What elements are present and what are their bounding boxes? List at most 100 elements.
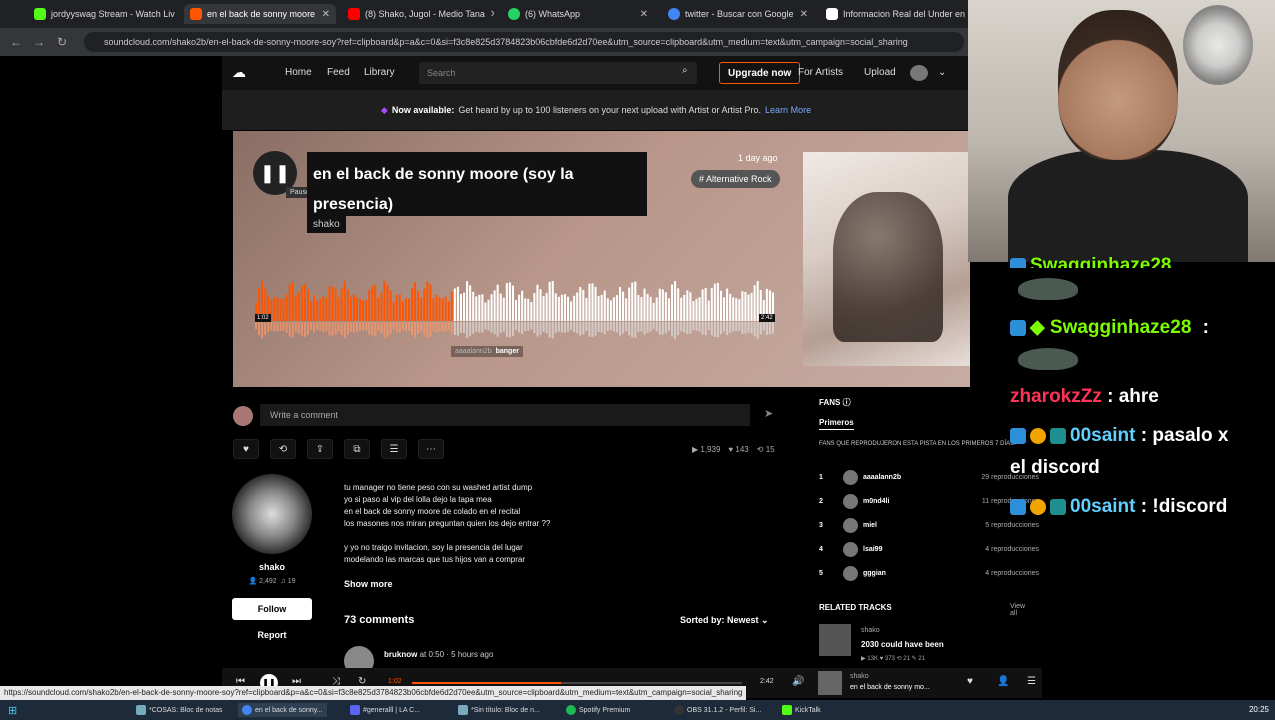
send-icon[interactable]: ➤ bbox=[764, 407, 773, 420]
waveform-reflection bbox=[710, 322, 713, 336]
list-item[interactable]: 5 gggian 4 reproducciones bbox=[819, 565, 1039, 581]
waveform-bar bbox=[723, 297, 726, 321]
soundcloud-logo-icon[interactable]: ☁ bbox=[232, 64, 246, 81]
waveform-bar bbox=[401, 301, 404, 321]
player-title[interactable]: en el back de sonny mo... bbox=[850, 684, 930, 691]
add-to-playlist-button[interactable]: ☰ bbox=[381, 439, 407, 459]
taskbar-item[interactable]: Spotify Premium bbox=[562, 703, 634, 717]
back-icon[interactable]: ← bbox=[10, 35, 22, 49]
waveform-reflection bbox=[533, 322, 536, 334]
related-track-title[interactable]: 2030 could have been bbox=[861, 640, 944, 649]
waveform-bar bbox=[371, 286, 374, 321]
waveform-reflection bbox=[285, 322, 288, 333]
nav-library[interactable]: Library bbox=[364, 67, 395, 78]
tab-google[interactable]: twitter - Buscar con Google ✕ bbox=[662, 4, 814, 24]
waveform-bar bbox=[637, 295, 640, 321]
waveform-bar bbox=[291, 282, 294, 321]
waveform-reflection bbox=[622, 322, 625, 334]
tab-whatsapp[interactable]: (6) WhatsApp ✕ bbox=[502, 4, 654, 24]
tab-primeros[interactable]: Primeros bbox=[819, 418, 854, 430]
waveform-reflection bbox=[429, 322, 432, 337]
related-track-artwork[interactable] bbox=[819, 624, 851, 656]
related-track-artist[interactable]: shako bbox=[861, 627, 880, 634]
heart-icon[interactable]: ♥ bbox=[967, 676, 973, 687]
waveform-bar bbox=[698, 297, 701, 321]
chevron-down-icon[interactable]: ⌄ bbox=[938, 67, 946, 78]
kick-icon bbox=[782, 705, 792, 715]
volume-icon[interactable]: 🔊 bbox=[792, 676, 804, 687]
nav-feed[interactable]: Feed bbox=[327, 67, 350, 78]
upgrade-button[interactable]: Upgrade now bbox=[719, 62, 801, 84]
taskbar-item[interactable]: OBS 31.1.2 - Perfil: Si... bbox=[670, 703, 765, 717]
waveform-reflection bbox=[524, 322, 527, 332]
taskbar-item[interactable]: KickTalk bbox=[778, 703, 825, 717]
share-button[interactable]: ⇪ bbox=[307, 439, 333, 459]
waveform-reflection bbox=[297, 322, 300, 334]
taskbar-item[interactable]: *COSAS: Bloc de notas bbox=[132, 703, 227, 717]
taskbar-item[interactable]: #generalll | LA C... bbox=[346, 703, 424, 717]
track-artist[interactable]: shako bbox=[307, 216, 346, 233]
avatar[interactable] bbox=[910, 65, 928, 81]
waveform-reflection bbox=[762, 322, 765, 331]
waveform-bar bbox=[328, 286, 331, 321]
comment-input[interactable]: Write a comment bbox=[260, 404, 750, 426]
tab-youtube[interactable]: (8) Shako, Jugol - Medio Tana ✕ bbox=[342, 4, 494, 24]
sort-dropdown[interactable]: Sorted by: Newest ⌄ bbox=[680, 615, 769, 626]
waveform-reflection bbox=[368, 322, 371, 335]
upload-link[interactable]: Upload bbox=[864, 67, 896, 78]
close-icon[interactable]: ✕ bbox=[490, 9, 494, 20]
waveform-bar bbox=[343, 281, 346, 321]
comment-count: 73 comments bbox=[344, 614, 415, 626]
tab-soundcloud[interactable]: en el back de sonny moore ✕ bbox=[184, 4, 336, 24]
for-artists-link[interactable]: For Artists bbox=[798, 67, 843, 78]
report-button[interactable]: Report bbox=[232, 630, 312, 640]
copy-link-button[interactable]: ⧉ bbox=[344, 439, 370, 459]
waveform-bar bbox=[478, 294, 481, 321]
close-icon[interactable]: ✕ bbox=[800, 9, 808, 20]
waveform[interactable] bbox=[255, 281, 775, 346]
learn-more-link[interactable]: Learn More bbox=[765, 105, 811, 115]
more-button[interactable]: ⋯ bbox=[418, 439, 444, 459]
waveform-reflection bbox=[334, 322, 337, 335]
url-field[interactable]: soundcloud.com/shako2b/en-el-back-de-son… bbox=[84, 32, 964, 52]
list-item[interactable]: 4 lsai99 4 reproducciones bbox=[819, 541, 1039, 557]
progress-bar[interactable] bbox=[412, 682, 742, 684]
waveform-bar bbox=[294, 295, 297, 321]
copy-icon: ⧉ bbox=[353, 443, 361, 455]
waveform-bar bbox=[438, 296, 441, 321]
start-icon[interactable]: ⊞ bbox=[4, 703, 21, 717]
player-artwork[interactable] bbox=[818, 671, 842, 695]
waveform-reflection bbox=[456, 322, 459, 336]
badge-icon bbox=[1050, 498, 1066, 515]
nav-home[interactable]: Home bbox=[285, 67, 312, 78]
list-item[interactable]: 1 aaaalann2b 29 reproducciones bbox=[819, 469, 1039, 485]
forward-icon[interactable]: → bbox=[33, 35, 45, 49]
uploader-name[interactable]: shako bbox=[232, 562, 312, 572]
taskbar-item[interactable]: *Sin título: Bloc de n... bbox=[454, 703, 544, 717]
close-icon[interactable]: ✕ bbox=[322, 9, 330, 20]
search-icon[interactable]: ⌕ bbox=[682, 65, 688, 76]
waveform-reflection bbox=[680, 322, 683, 332]
show-more-button[interactable]: Show more bbox=[344, 579, 393, 589]
list-item[interactable]: 3 miel 5 reproducciones bbox=[819, 517, 1039, 533]
waveform-reflection bbox=[267, 322, 270, 333]
reload-icon[interactable]: ↻ bbox=[57, 35, 67, 49]
tab-x[interactable]: Informacion Real del Under en bbox=[820, 4, 970, 24]
taskbar-item[interactable]: en el back de sonny... bbox=[238, 703, 327, 717]
follow-user-icon[interactable]: 👤 bbox=[997, 676, 1009, 687]
uploader-avatar[interactable] bbox=[232, 474, 312, 554]
tab-kick-stream[interactable]: jordyyswag Stream - Watch Liv ✕ bbox=[28, 4, 180, 24]
avatar bbox=[843, 517, 858, 533]
follow-button[interactable]: Follow bbox=[232, 598, 312, 620]
like-button[interactable]: ♥ bbox=[233, 439, 259, 459]
close-icon[interactable]: ✕ bbox=[640, 9, 648, 20]
waveform-bar bbox=[463, 292, 466, 321]
player-artist[interactable]: shako bbox=[850, 673, 869, 680]
search-input[interactable]: Search bbox=[419, 62, 697, 84]
repost-button[interactable]: ⟲ bbox=[270, 439, 296, 459]
info-icon[interactable]: ⓘ bbox=[843, 398, 851, 407]
genre-tag[interactable]: # Alternative Rock bbox=[691, 170, 780, 188]
list-item[interactable]: 2m0nd4li11 reproducciones bbox=[819, 493, 1039, 509]
waveform-bar bbox=[664, 292, 667, 321]
badge-icon bbox=[1030, 498, 1046, 515]
